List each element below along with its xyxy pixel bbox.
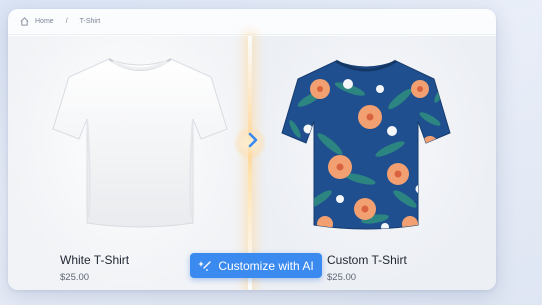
- sparkle-wand-icon: [198, 260, 212, 272]
- customize-with-ai-button[interactable]: Customize with AI: [190, 253, 322, 278]
- customize-button-label: Customize with AI: [218, 258, 314, 273]
- white-tshirt-image: [52, 58, 228, 228]
- custom-product-name: Custom T-Shirt: [327, 253, 407, 267]
- breadcrumb-current: T-Shirt: [79, 18, 101, 25]
- custom-product-price: $25.00: [327, 272, 357, 283]
- chevron-right-icon: [246, 132, 260, 153]
- comparison-divider: [248, 36, 252, 290]
- breadcrumb-home[interactable]: Home: [35, 18, 54, 25]
- breadcrumb-separator: /: [65, 18, 68, 25]
- home-icon[interactable]: [20, 17, 29, 26]
- breadcrumb: Home / T-Shirt: [8, 9, 496, 35]
- product-comparison-card: Home / T-Shirt White T-Shirt $25.00 Cust…: [8, 9, 496, 290]
- original-product-price: $25.00: [60, 272, 90, 283]
- custom-tshirt-image: [281, 59, 451, 230]
- compare-arrow-button[interactable]: [242, 131, 264, 153]
- original-product-name: White T-Shirt: [60, 253, 130, 267]
